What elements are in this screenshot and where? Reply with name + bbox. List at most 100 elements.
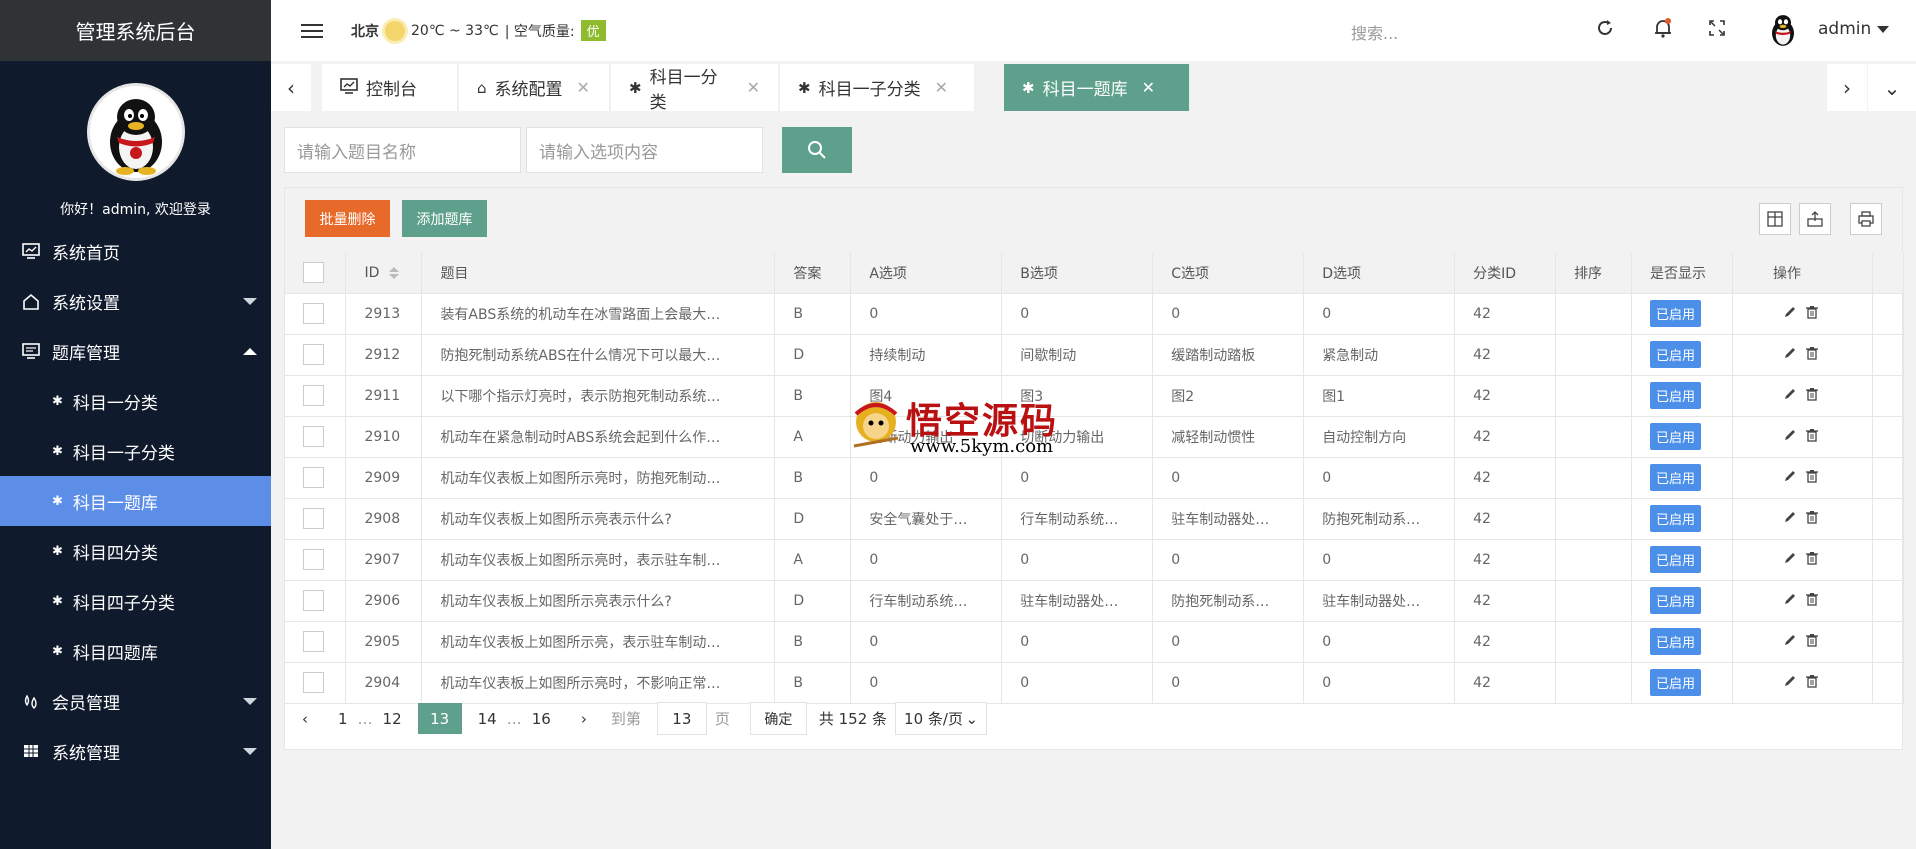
- row-checkbox[interactable]: [303, 426, 324, 447]
- status-badge[interactable]: 已启用: [1650, 382, 1702, 409]
- row-checkbox[interactable]: [303, 385, 324, 406]
- close-icon[interactable]: ✕: [747, 78, 760, 97]
- tab-subject1-category[interactable]: ✱ 科目一分类 ✕: [611, 64, 779, 113]
- sort-icon[interactable]: [389, 266, 400, 279]
- status-badge[interactable]: 已启用: [1650, 628, 1702, 655]
- columns-filter-icon[interactable]: [1759, 203, 1791, 235]
- page-14[interactable]: 14: [478, 710, 497, 728]
- option-search-input[interactable]: 请输入选项内容: [526, 127, 763, 173]
- tab-console[interactable]: 控制台: [322, 64, 458, 111]
- row-checkbox[interactable]: [303, 549, 324, 570]
- prev-page-icon[interactable]: ‹: [302, 710, 308, 728]
- batch-delete-button[interactable]: 批量删除: [305, 200, 390, 237]
- page-size-select[interactable]: 10 条/页 ⌄: [895, 702, 988, 735]
- goto-confirm-button[interactable]: 确定: [749, 702, 807, 735]
- table-row[interactable]: 2913 装有ABS系统的机动车在冰雪路面上会最大… B 0 0 0 0 42 已启用: [285, 293, 1905, 335]
- search-button[interactable]: [782, 127, 852, 173]
- sidebar-item-members[interactable]: 会员管理: [0, 676, 271, 726]
- edit-icon[interactable]: [1783, 552, 1797, 569]
- edit-icon[interactable]: [1783, 470, 1797, 487]
- trash-icon[interactable]: [1805, 633, 1819, 651]
- row-checkbox[interactable]: [303, 303, 324, 324]
- tab-scroll-right-icon[interactable]: ›: [1827, 64, 1867, 111]
- page-current[interactable]: 13: [417, 703, 462, 734]
- status-badge[interactable]: 已启用: [1650, 587, 1702, 614]
- avatar[interactable]: [86, 83, 185, 181]
- print-icon[interactable]: [1850, 203, 1882, 235]
- sidebar-item-settings[interactable]: 系统设置: [0, 276, 271, 326]
- sidebar-subitem-subject4-subcategory[interactable]: ✱ 科目四子分类: [0, 576, 271, 626]
- fullscreen-icon[interactable]: [1708, 18, 1726, 42]
- status-badge[interactable]: 已启用: [1650, 464, 1702, 491]
- tab-subject1-bank[interactable]: ✱ 科目一题库 ✕: [1004, 64, 1190, 111]
- trash-icon[interactable]: [1805, 305, 1819, 323]
- row-checkbox[interactable]: [303, 672, 324, 693]
- add-question-button[interactable]: 添加题库: [402, 200, 487, 237]
- select-all-checkbox[interactable]: [303, 262, 324, 284]
- next-page-icon[interactable]: ›: [581, 710, 587, 728]
- edit-icon[interactable]: [1783, 347, 1797, 364]
- status-badge[interactable]: 已启用: [1650, 300, 1702, 327]
- edit-icon[interactable]: [1783, 429, 1797, 446]
- row-checkbox[interactable]: [303, 344, 324, 365]
- table-row[interactable]: 2906 机动车仪表板上如图所示亮表示什么? D 行车制动系统… 驻车制动器处… 防抱死制…: [285, 580, 1905, 622]
- status-badge[interactable]: 已启用: [1650, 669, 1702, 696]
- sidebar-subitem-subject1-category[interactable]: ✱ 科目一分类: [0, 376, 271, 426]
- row-checkbox[interactable]: [303, 508, 324, 529]
- status-badge[interactable]: 已启用: [1650, 505, 1702, 532]
- title-search-input[interactable]: 请输入题目名称: [284, 127, 521, 173]
- sidebar-item-home[interactable]: 系统首页: [0, 226, 271, 276]
- tab-menu-chevron-icon[interactable]: ⌄: [1868, 64, 1916, 111]
- trash-icon[interactable]: [1805, 674, 1819, 692]
- sidebar-subitem-subject1-subcategory[interactable]: ✱ 科目一子分类: [0, 426, 271, 476]
- trash-icon[interactable]: [1805, 592, 1819, 610]
- status-badge[interactable]: 已启用: [1650, 341, 1702, 368]
- table-row[interactable]: 2909 机动车仪表板上如图所示亮时，防抱死制动… B 0 0 0 0 42 已启用: [285, 457, 1905, 499]
- table-row[interactable]: 2908 机动车仪表板上如图所示亮表示什么? D 安全气囊处于… 行车制动系统… 驻车制动…: [285, 498, 1905, 540]
- header-search[interactable]: 搜索...: [1351, 20, 1398, 44]
- row-checkbox[interactable]: [303, 631, 324, 652]
- row-checkbox[interactable]: [303, 590, 324, 611]
- table-row[interactable]: 2911 以下哪个指示灯亮时，表示防抱死制动系统… B 图4 图3 图2 图1 42 已启用: [285, 375, 1905, 417]
- edit-icon[interactable]: [1783, 306, 1797, 323]
- close-icon[interactable]: ✕: [935, 78, 948, 97]
- sidebar-item-question-bank[interactable]: 题库管理: [0, 326, 271, 376]
- tab-system-config[interactable]: ⌂ 系统配置 ✕: [459, 64, 610, 111]
- page-16[interactable]: 16: [532, 710, 551, 728]
- table-row[interactable]: 2907 机动车仪表板上如图所示亮时，表示驻车制… A 0 0 0 0 42 已启用: [285, 539, 1905, 581]
- page-1[interactable]: 1: [338, 710, 348, 728]
- trash-icon[interactable]: [1805, 469, 1819, 487]
- trash-icon[interactable]: [1805, 346, 1819, 364]
- page-12[interactable]: 12: [383, 710, 402, 728]
- edit-icon[interactable]: [1783, 388, 1797, 405]
- bell-icon[interactable]: [1654, 18, 1672, 43]
- menu-toggle-icon[interactable]: [301, 20, 323, 42]
- edit-icon[interactable]: [1783, 593, 1797, 610]
- sidebar-item-system[interactable]: 系统管理: [0, 726, 271, 776]
- trash-icon[interactable]: [1805, 387, 1819, 405]
- table-row[interactable]: 2905 机动车仪表板上如图所示亮，表示驻车制动… B 0 0 0 0 42 已启用: [285, 621, 1905, 663]
- sidebar-subitem-subject4-category[interactable]: ✱ 科目四分类: [0, 526, 271, 576]
- table-row[interactable]: 2910 机动车在紧急制动时ABS系统会起到什么作… A 切断动力输出 切断动力输出 减轻…: [285, 416, 1905, 458]
- status-badge[interactable]: 已启用: [1650, 423, 1702, 450]
- trash-icon[interactable]: [1805, 551, 1819, 569]
- trash-icon[interactable]: [1805, 510, 1819, 528]
- user-menu[interactable]: admin: [1764, 10, 1890, 48]
- trash-icon[interactable]: [1805, 428, 1819, 446]
- edit-icon[interactable]: [1783, 634, 1797, 651]
- tab-subject1-subcategory[interactable]: ✱ 科目一子分类 ✕: [780, 64, 975, 111]
- sidebar-subitem-subject4-bank[interactable]: ✱ 科目四题库: [0, 626, 271, 676]
- sidebar-subitem-subject1-bank[interactable]: ✱ 科目一题库: [0, 476, 271, 526]
- table-row[interactable]: 2904 机动车仪表板上如图所示亮时，不影响正常… B 0 0 0 0 42 已启用: [285, 662, 1905, 704]
- close-icon[interactable]: ✕: [577, 78, 590, 97]
- col-id[interactable]: ID: [345, 253, 423, 294]
- close-icon[interactable]: ✕: [1142, 78, 1155, 97]
- status-badge[interactable]: 已启用: [1650, 546, 1702, 573]
- edit-icon[interactable]: [1783, 511, 1797, 528]
- row-checkbox[interactable]: [303, 467, 324, 488]
- tab-scroll-left-icon[interactable]: ‹: [271, 64, 311, 111]
- export-icon[interactable]: [1799, 203, 1831, 235]
- goto-page-input[interactable]: 13: [656, 702, 707, 735]
- table-row[interactable]: 2912 防抱死制动系统ABS在什么情况下可以最大… D 持续制动 间歇制动 缓踏制动踏板…: [285, 334, 1905, 376]
- refresh-icon[interactable]: [1595, 18, 1615, 43]
